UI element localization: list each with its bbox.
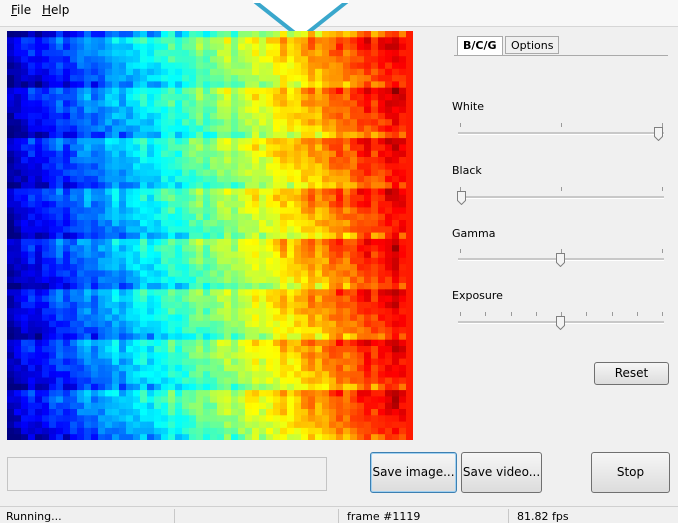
slider-tick — [460, 123, 461, 127]
gamma-slider-thumb[interactable] — [555, 253, 565, 267]
exposure-label: Exposure — [452, 289, 503, 302]
slider-tick — [662, 187, 663, 191]
white-slider-thumb[interactable] — [654, 127, 663, 141]
status-frame: frame #1119 — [347, 510, 421, 523]
black-slider-track[interactable] — [458, 196, 664, 199]
status-fps: 81.82 fps — [517, 510, 569, 523]
black-label: Black — [452, 164, 482, 177]
slider-tick — [586, 312, 588, 316]
slider-tick — [561, 123, 562, 127]
camera-image-view[interactable] — [7, 31, 413, 440]
white-slider-track[interactable] — [458, 132, 664, 135]
slider-tick — [510, 312, 512, 316]
slider-tick — [561, 312, 562, 316]
slider-tick — [561, 187, 562, 191]
black-slider-thumb[interactable] — [457, 191, 466, 205]
slider-tick — [535, 312, 537, 316]
reset-button[interactable]: Reset — [594, 362, 669, 385]
slider-tick — [460, 187, 461, 191]
camera-frame-image — [7, 31, 413, 440]
stop-button[interactable]: Stop — [591, 452, 670, 493]
slider-tick — [460, 312, 461, 316]
status-bar: Running... frame #1119 81.82 fps — [0, 506, 678, 523]
status-divider — [174, 509, 175, 523]
status-divider — [338, 509, 339, 523]
slider-tick — [611, 312, 613, 316]
tab-panel-border — [454, 55, 668, 56]
menu-file[interactable]: File — [11, 3, 31, 17]
slider-tick — [561, 249, 562, 253]
slider-tick — [662, 123, 663, 127]
gamma-label: Gamma — [452, 227, 496, 240]
save-video-button[interactable]: Save video... — [461, 452, 542, 493]
save-image-button[interactable]: Save image... — [370, 452, 457, 493]
slider-tick — [636, 312, 638, 316]
message-field[interactable] — [7, 457, 327, 491]
tab-options[interactable]: Options — [505, 36, 560, 54]
status-divider — [508, 509, 509, 523]
tab-bcg[interactable]: B/C/G — [457, 36, 503, 56]
menu-help[interactable]: Help — [42, 3, 69, 17]
slider-tick — [485, 312, 487, 316]
white-label: White — [452, 100, 484, 113]
slider-tick — [662, 312, 663, 316]
exposure-slider-thumb[interactable] — [555, 316, 565, 330]
slider-tick — [662, 249, 663, 253]
status-state: Running... — [6, 510, 62, 523]
slider-tick — [460, 249, 461, 253]
